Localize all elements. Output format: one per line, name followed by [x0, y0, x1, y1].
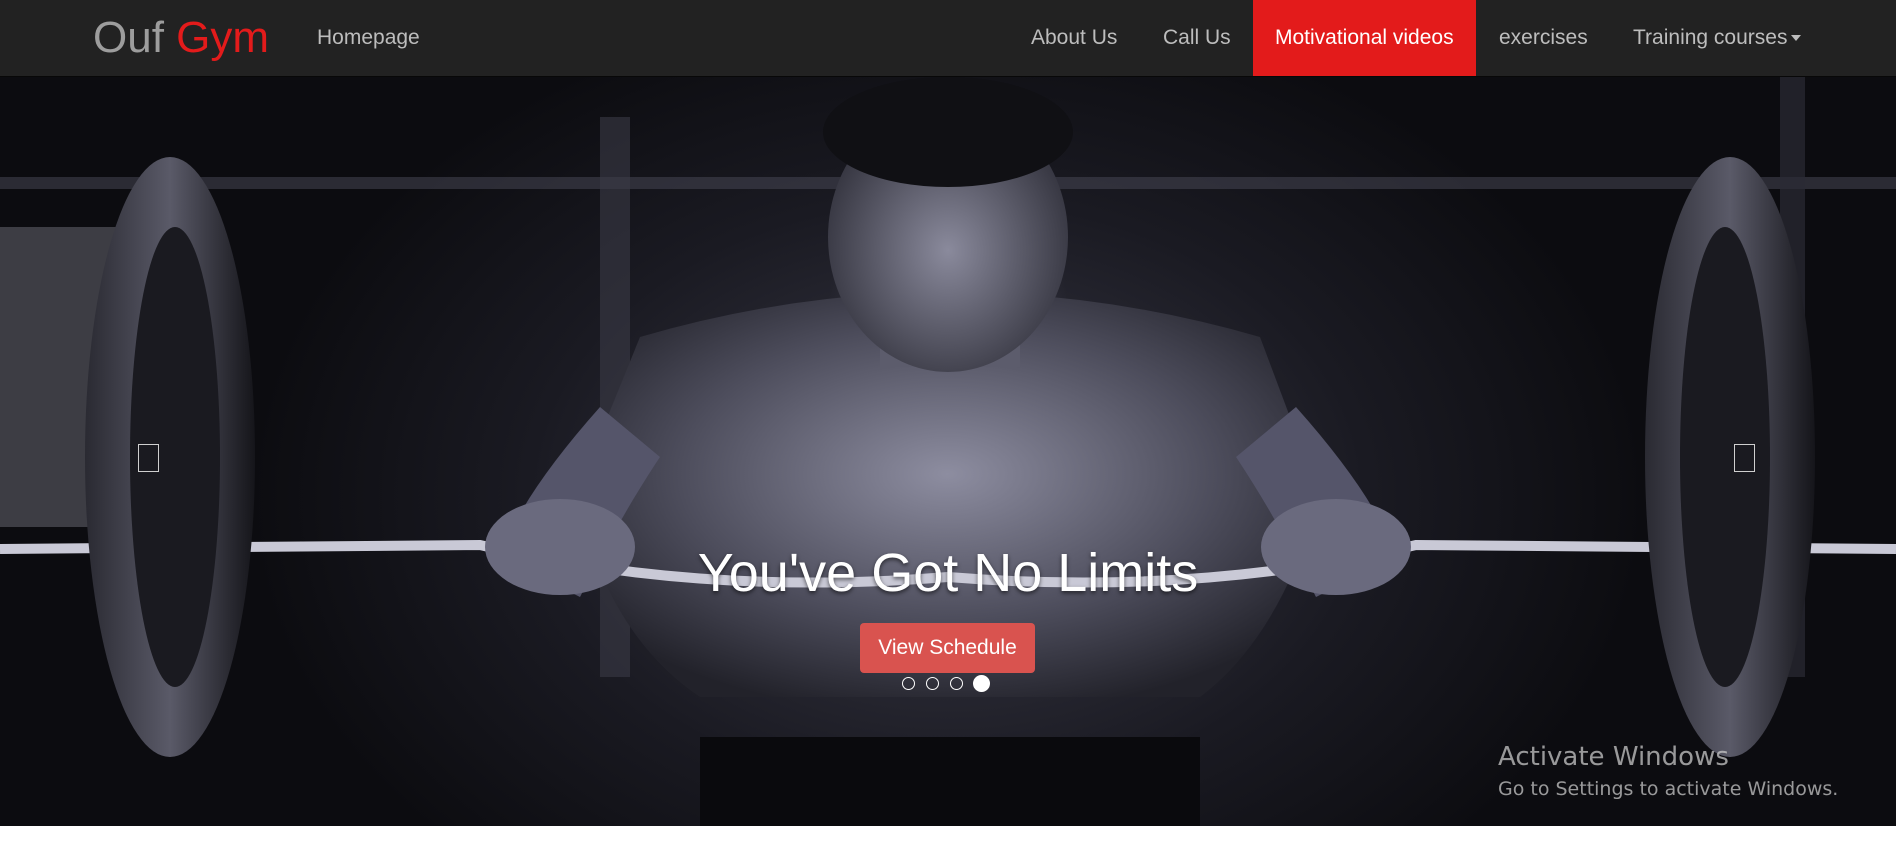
caret-down-icon: [1791, 35, 1802, 42]
brand-name-part2: Gym: [176, 13, 270, 62]
view-schedule-button[interactable]: View Schedule: [860, 623, 1035, 673]
nav-training-courses[interactable]: Training courses: [1611, 0, 1823, 76]
nav-about-us[interactable]: About Us: [1009, 0, 1139, 76]
hero-title: You've Got No Limits: [697, 543, 1199, 603]
carousel-indicator-2[interactable]: [926, 677, 939, 690]
carousel-indicator-1[interactable]: [902, 677, 915, 690]
barbell-curl-photo: [0, 77, 1896, 826]
watermark-subtitle: Go to Settings to activate Windows.: [1498, 778, 1839, 800]
nav-homepage[interactable]: Homepage: [295, 0, 442, 76]
nav-training-courses-label: Training courses: [1633, 26, 1788, 49]
nav-call-us[interactable]: Call Us: [1141, 0, 1253, 76]
watermark-title: Activate Windows: [1498, 742, 1729, 772]
brand-logo[interactable]: Ouf Gym: [93, 14, 269, 62]
carousel-indicator-4[interactable]: [973, 675, 990, 692]
carousel-prev-button[interactable]: [138, 444, 159, 472]
hero-carousel: You've Got No Limits View Schedule Activ…: [0, 77, 1896, 826]
nav-exercises[interactable]: exercises: [1477, 0, 1610, 76]
activate-windows-watermark: Activate Windows Go to Settings to activ…: [1498, 741, 1838, 803]
nav-motivational-videos[interactable]: Motivational videos: [1253, 0, 1476, 76]
top-navbar: Ouf Gym Homepage About Us Call Us Motiva…: [0, 0, 1896, 77]
carousel-indicator-3[interactable]: [950, 677, 963, 690]
carousel-next-button[interactable]: [1734, 444, 1755, 472]
brand-name-part1: Ouf: [93, 13, 164, 62]
